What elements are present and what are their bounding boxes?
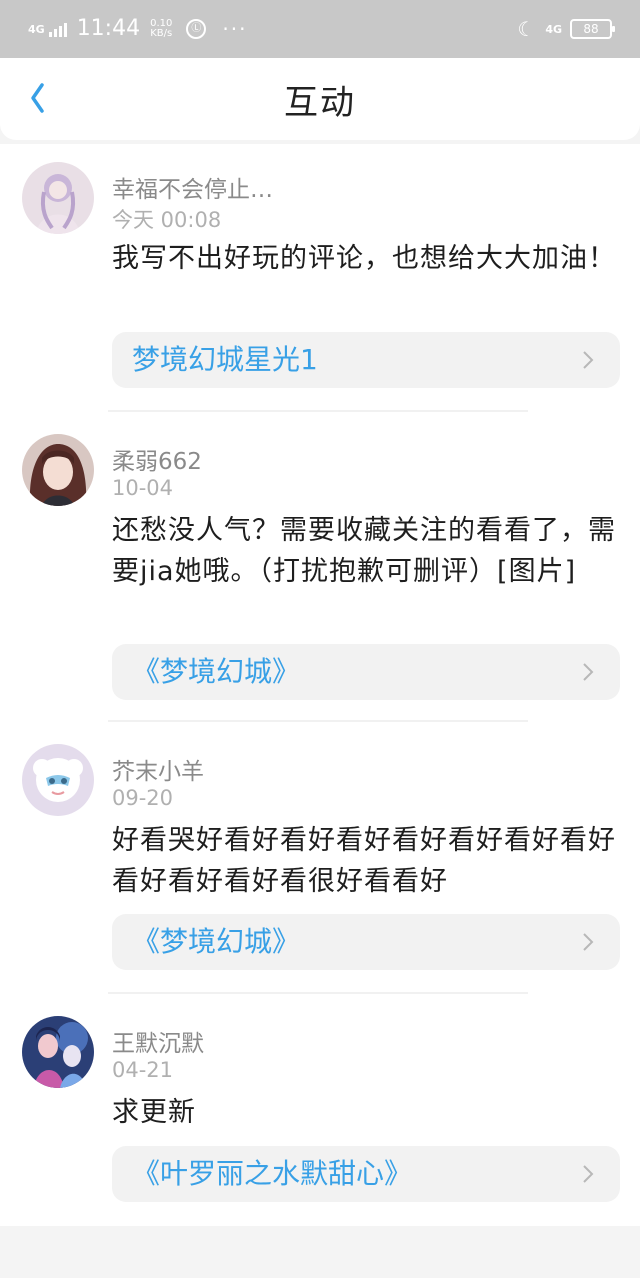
avatar[interactable] — [22, 434, 94, 506]
work-link-title: 梦境幻城星光1 — [132, 343, 318, 376]
user-name[interactable]: 柔弱662 — [112, 442, 202, 476]
chevron-right-icon — [583, 933, 594, 951]
work-link-card[interactable]: 《叶罗丽之水默甜心》 — [112, 1146, 620, 1202]
more-notifications-icon: ··· — [222, 17, 248, 41]
chevron-right-icon — [583, 663, 594, 681]
avatar[interactable] — [22, 162, 94, 234]
work-link-title: 《叶罗丽之水默甜心》 — [132, 1157, 413, 1190]
comment-time: 09-20 — [112, 786, 174, 810]
moon-icon: ☾ — [517, 17, 536, 41]
user-name[interactable]: 幸福不会停止… — [112, 170, 273, 204]
page-title: 互动 — [284, 83, 356, 123]
divider — [108, 720, 528, 722]
chevron-right-icon — [583, 351, 594, 369]
comment-time: 10-04 — [112, 476, 174, 500]
battery-level: 88 — [583, 22, 599, 36]
status-bar: 4G 11:44 0.10 KB/s Ⓛ ··· ☾ 4G 88 — [0, 0, 640, 58]
divider — [108, 992, 528, 994]
avatar[interactable] — [22, 1016, 94, 1088]
comment-text: 求更新 — [112, 1097, 196, 1128]
network-speed-unit: KB/s — [150, 28, 173, 39]
comment-text: 好看哭好看好看好看好看好看好看好看好看好看好看好看很好看看好 — [112, 825, 616, 897]
network-type: 4G — [28, 22, 45, 36]
network-speed: 0.10 KB/s — [150, 19, 172, 39]
comment-text: 还愁没人气？需要收藏关注的看看了，需要jia她哦。（打扰抱歉可删评）[图片] — [112, 515, 616, 587]
network-type-right: 4G — [545, 22, 562, 36]
user-name[interactable]: 芥末小羊 — [112, 752, 204, 786]
avatar[interactable] — [22, 744, 94, 816]
work-link-card[interactable]: 《梦境幻城》 — [112, 644, 620, 700]
comment-list: 幸福不会停止… 今天 00:08 我写不出好玩的评论，也想给大大加油！ 梦境幻城… — [0, 144, 640, 1226]
notification-icon: Ⓛ — [186, 19, 207, 39]
clock: 11:44 — [76, 16, 141, 41]
chevron-right-icon — [583, 1165, 594, 1183]
comment-text: 我写不出好玩的评论，也想给大大加油！ — [112, 243, 616, 274]
signal-icon — [48, 21, 69, 37]
divider — [108, 410, 528, 412]
comment-time: 今天 00:08 — [112, 208, 222, 232]
work-link-title: 《梦境幻城》 — [132, 925, 301, 958]
work-link-card[interactable]: 《梦境幻城》 — [112, 914, 620, 970]
battery-icon: 88 — [570, 19, 615, 39]
work-link-card[interactable]: 梦境幻城星光1 — [112, 332, 620, 388]
work-link-title: 《梦境幻城》 — [132, 655, 301, 688]
nav-header: 互动 — [0, 58, 640, 140]
comment-time: 04-21 — [112, 1058, 174, 1082]
user-name[interactable]: 王默沉默 — [112, 1024, 204, 1058]
